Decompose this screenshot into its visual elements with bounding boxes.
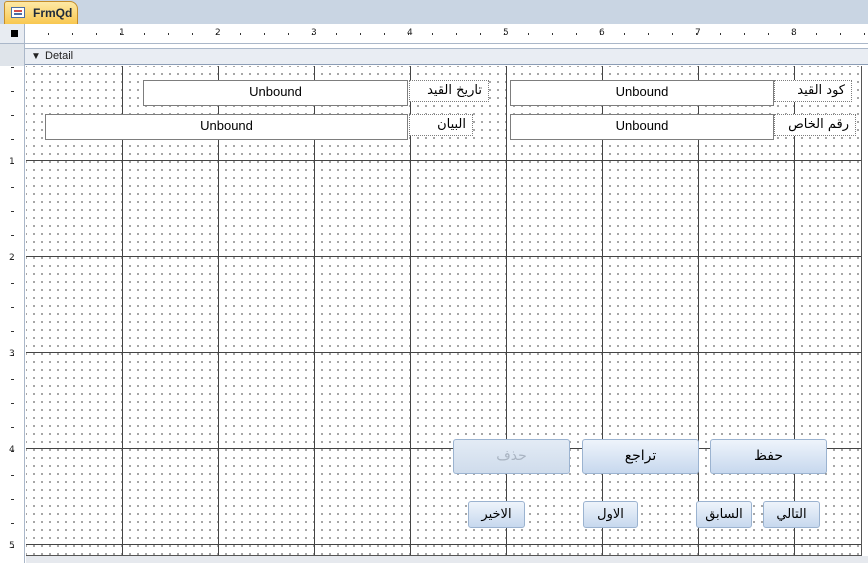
entry-date-textbox[interactable]: Unbound xyxy=(143,80,408,106)
ruler-label: 4 xyxy=(9,445,15,455)
ruler-label: 3 xyxy=(9,349,15,359)
ruler-label: 1 xyxy=(9,157,15,167)
private-number-label[interactable]: رقم الخاص xyxy=(774,114,856,136)
document-tab-frmqd[interactable]: FrmQd xyxy=(4,1,78,25)
ruler-label: 8 xyxy=(791,28,797,38)
delete-button[interactable]: حذف xyxy=(453,439,570,474)
ruler-label: 6 xyxy=(599,28,605,38)
document-tab-bar: FrmQd xyxy=(0,0,868,25)
entry-date-label[interactable]: تاريخ القيد xyxy=(409,80,489,102)
ruler-label: 3 xyxy=(311,28,317,38)
entry-code-label[interactable]: كود القيد xyxy=(774,80,852,102)
form-selector-square-icon xyxy=(11,30,18,37)
save-button[interactable]: حفظ xyxy=(710,439,827,474)
vertical-ruler[interactable]: 1 2 3 4 5 xyxy=(0,44,25,563)
ruler-label: 4 xyxy=(407,28,413,38)
detail-section-label: Detail xyxy=(45,50,74,62)
form-icon xyxy=(11,7,25,18)
first-record-button[interactable]: الاول xyxy=(583,501,638,528)
ruler-label: 5 xyxy=(503,28,509,38)
entry-code-textbox[interactable]: Unbound xyxy=(510,80,774,106)
undo-button[interactable]: تراجع xyxy=(582,439,699,474)
ruler-label: 7 xyxy=(695,28,701,38)
section-collapse-icon: ▼ xyxy=(31,51,41,62)
last-record-button[interactable]: الاخير xyxy=(468,501,525,528)
previous-record-button[interactable]: السابق xyxy=(696,501,752,528)
document-tab-label: FrmQd xyxy=(33,6,73,20)
ruler-label: 1 xyxy=(119,28,125,38)
form-footer-strip xyxy=(26,556,868,563)
private-number-textbox[interactable]: Unbound xyxy=(510,114,774,140)
next-record-button[interactable]: التالي xyxy=(763,501,820,528)
ruler-label: 2 xyxy=(215,28,221,38)
description-label[interactable]: البيان xyxy=(409,114,473,136)
ruler-label: 5 xyxy=(9,541,15,551)
detail-section-header[interactable]: ▼ Detail xyxy=(25,48,868,65)
ruler-label: 2 xyxy=(9,253,15,263)
horizontal-ruler[interactable]: 1 2 3 4 5 6 7 8 xyxy=(25,24,868,44)
description-textbox[interactable]: Unbound xyxy=(45,114,408,140)
form-selector[interactable] xyxy=(0,24,25,44)
